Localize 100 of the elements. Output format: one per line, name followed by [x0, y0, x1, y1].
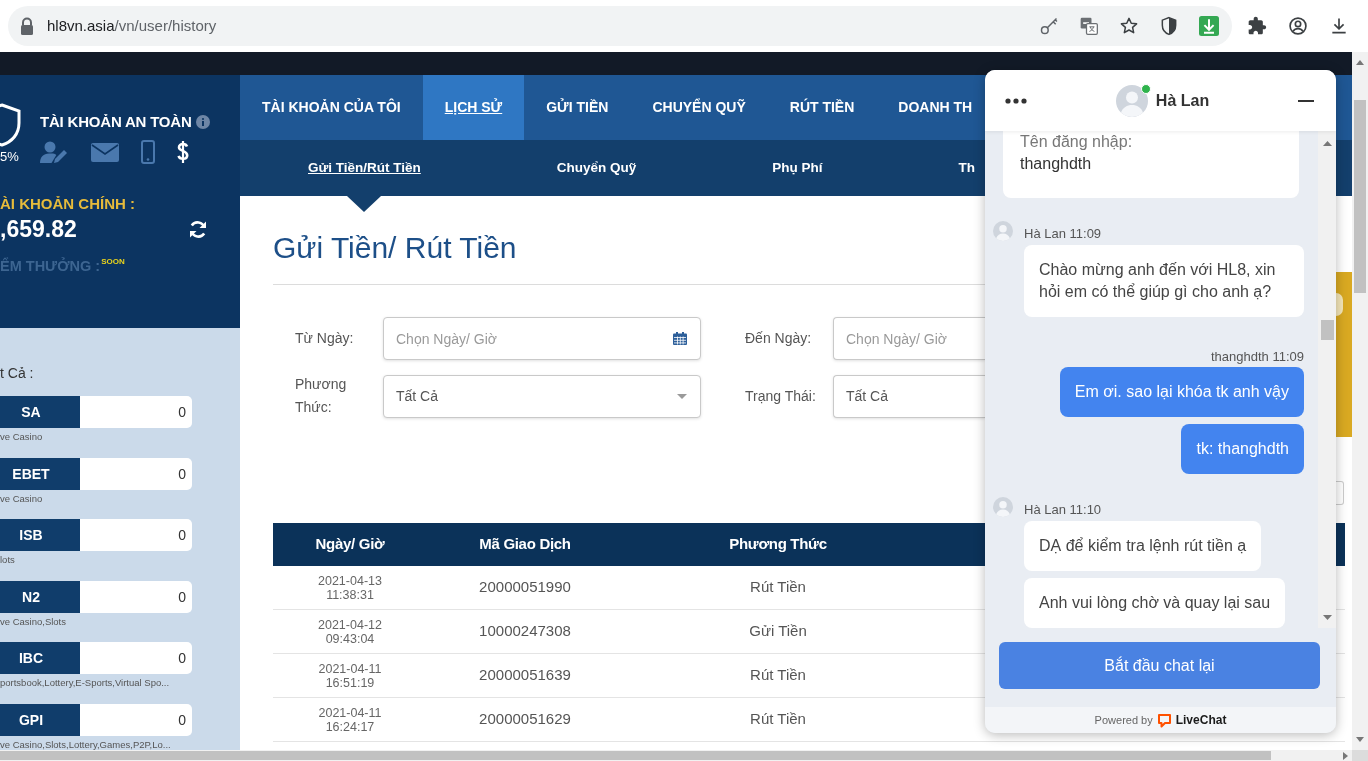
provider-tag: ISB [0, 519, 80, 551]
message-bubble: Chào mừng anh đến với HL8, xin hỏi em có thể giúp gì cho anh ạ? [1024, 245, 1304, 317]
transaction-id-cell-text: 20000051639 [478, 665, 572, 686]
soon-tag: SOON [101, 257, 125, 266]
wallet-balance: 0 [80, 703, 192, 736]
puzzle-icon[interactable] [1247, 16, 1267, 36]
powered-by-text: Powered by [1094, 712, 1153, 728]
security-title: TÀI KHOẢN AN TOÀN [40, 112, 192, 132]
avatar-icon [993, 497, 1013, 517]
message-bubble: Em ơi. sao lại khóa tk anh vậy [1059, 367, 1304, 417]
provider-tag: IBC [0, 642, 80, 674]
game-types-text: ve Casino,Slots,Lottery,Games,P2P,Lo... [0, 738, 172, 750]
address-bar[interactable]: hl8vn.asia/vn/user/history [8, 6, 1232, 46]
chat-bubble-icon [1156, 712, 1172, 728]
translate-icon[interactable] [1079, 16, 1099, 36]
provider-tag: N2 [0, 580, 80, 613]
transaction-id-cell-text: 10000247308 [478, 621, 572, 642]
column-header: Mã Giao Dịch [478, 534, 572, 555]
form-value: thanghdth [1020, 154, 1093, 174]
column-header: Phương Thức [728, 534, 828, 555]
game-types-text: ve Casino,Slots [0, 615, 67, 628]
minimize-icon[interactable] [1298, 99, 1314, 102]
provider-tag: GPI [0, 703, 80, 736]
scrollbar-thumb[interactable] [1354, 100, 1366, 293]
download-icon[interactable] [1329, 16, 1349, 36]
wallets-label: t Cả : [0, 364, 35, 382]
page-title: Gửi Tiền/ Rút Tiền [273, 230, 518, 266]
message-meta: Hà Lan 11:10 [1024, 503, 1102, 517]
method-cell-text: Gửi Tiền [748, 621, 808, 642]
wallet-balance: 0 [80, 519, 192, 551]
message-meta: thanghdth 11:09 [1211, 350, 1304, 364]
lock-icon [20, 17, 34, 35]
agent-name: Hà Lan [1155, 90, 1210, 111]
scroll-down-icon[interactable] [1322, 615, 1332, 620]
transaction-id-cell-text: 20000051990 [478, 577, 572, 598]
brand-name[interactable]: LiveChat [1175, 711, 1227, 729]
transaction-id-cell-text: 20000051629 [478, 709, 572, 730]
date-field[interactable]: Chọn Ngày/ Giờ [833, 317, 985, 360]
scrollbar-corner [1352, 750, 1368, 761]
date-time-cell-text: 2021-04-11 16:51:19 [317, 661, 383, 690]
nav-tab[interactable]: TÀI KHOẢN CỦA TÔI [240, 75, 423, 140]
select-field[interactable]: Tất Cả [833, 374, 985, 418]
date-time-cell-text: 2021-04-13 11:38:31 [317, 573, 383, 602]
balance-label: ÀI KHOẢN CHÍNH : [0, 195, 136, 213]
star-icon[interactable] [1119, 16, 1139, 36]
subnav-tab[interactable]: Chuyển Quỹ [488, 140, 705, 196]
input-field[interactable] [1336, 481, 1344, 505]
nav-tab[interactable]: DOANH TH [876, 75, 973, 140]
shield-icon [0, 103, 22, 147]
game-types-text: portsbook,Lottery,E-Sports,Virtual Spo... [0, 677, 171, 689]
profile-icon[interactable] [1288, 16, 1308, 36]
caret-icon [677, 393, 687, 399]
subnav-tab[interactable]: Th [890, 140, 976, 196]
scroll-down-icon[interactable] [1356, 737, 1364, 742]
message-bubble: tk: thanghdth [1181, 424, 1304, 474]
date-time-cell-text: 2021-04-11 16:24:17 [317, 705, 383, 734]
provider-tag: EBET [0, 457, 80, 490]
field-label: Trạng Thái: [745, 386, 817, 406]
dollar-icon[interactable] [177, 141, 189, 163]
avatar-icon [1115, 84, 1148, 117]
avatar-icon [993, 221, 1013, 241]
scroll-up-icon[interactable] [1356, 60, 1364, 65]
method-cell-text: Rút Tiền [749, 665, 807, 686]
refresh-icon[interactable] [188, 219, 208, 239]
wallet-balance: 0 [80, 642, 192, 674]
info-icon[interactable] [195, 115, 210, 129]
wallet-balance: 0 [80, 396, 192, 428]
scrollbar-thumb[interactable] [1320, 320, 1334, 340]
shield-icon[interactable] [1159, 16, 1179, 36]
menu-icon[interactable] [1005, 97, 1027, 104]
scroll-right-icon[interactable] [1343, 751, 1348, 760]
date-field[interactable]: Chọn Ngày/ Giờ [383, 317, 701, 360]
method-cell-text: Rút Tiền [749, 709, 807, 730]
field-label: Đến Ngày: [745, 329, 813, 348]
message-bubble: Anh vui lòng chờ và quay lại sau [1024, 578, 1286, 628]
select-field[interactable]: Tất Cả [383, 374, 701, 418]
date-time-cell-text: 2021-04-12 09:43:04 [317, 617, 383, 646]
url-text: hl8vn.asia/vn/user/history [47, 15, 217, 36]
download-extension-icon[interactable] [1199, 16, 1219, 36]
method-cell-text: Rút Tiền [749, 577, 807, 598]
balance-amount: ,659.82 [0, 215, 77, 243]
restart-chat-button[interactable]: Bắt đầu chat lại [999, 642, 1320, 689]
provider-tag: SA [0, 396, 80, 428]
subnav-tab[interactable]: Gửi Tiền/Rút Tiền [240, 140, 489, 196]
security-percent: 5% [0, 150, 20, 164]
game-types-text: ve Casino [0, 431, 44, 443]
game-types-text: lots [0, 554, 16, 566]
phone-icon[interactable] [141, 140, 155, 164]
field-label: Từ Ngày: [295, 329, 355, 348]
scrollbar-thumb[interactable] [0, 751, 1271, 760]
nav-tab[interactable]: GỬI TIỀN [524, 75, 631, 140]
key-icon[interactable] [1039, 16, 1059, 36]
user-edit-icon[interactable] [40, 140, 69, 164]
subnav-tab[interactable]: Phụ Phí [704, 140, 891, 196]
nav-tab[interactable]: RÚT TIỀN [767, 75, 877, 140]
message-bubble: DẠ để kiểm tra lệnh rút tiền ạ [1024, 521, 1262, 571]
wallet-balance: 0 [80, 457, 192, 490]
nav-tab[interactable]: CHUYỂN QUỸ [630, 75, 768, 140]
envelope-icon[interactable] [91, 142, 119, 162]
nav-tab[interactable]: LỊCH SỬ [422, 75, 525, 140]
